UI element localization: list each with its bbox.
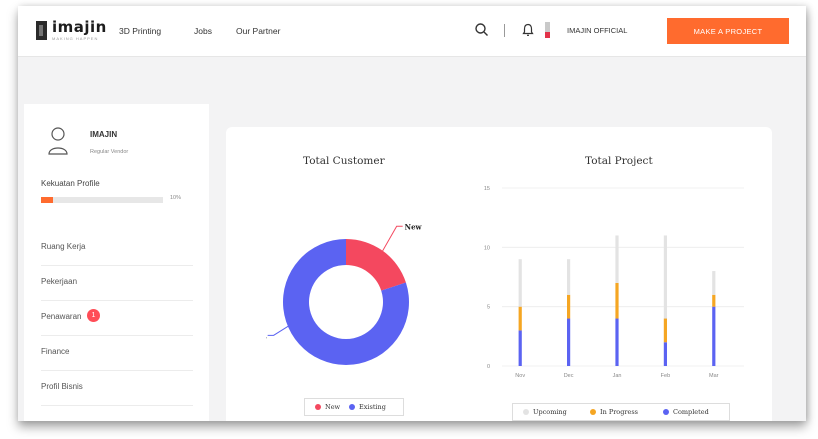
- logo-tagline: MAKING HAPPEN: [52, 36, 99, 41]
- app-window: imajin MAKING HAPPEN 3D Printing Jobs Ou…: [18, 6, 806, 421]
- bar-in-progress-nov: [518, 306, 522, 331]
- make-project-button[interactable]: MAKE A PROJECT: [667, 18, 789, 44]
- x-tick-label: Mar: [709, 373, 719, 379]
- legend-label: Upcoming: [533, 408, 567, 416]
- slice-label-new: New: [405, 222, 423, 231]
- profile-strength-bar: [41, 197, 163, 203]
- header-divider: [504, 24, 505, 37]
- sidebar-item-pekerjaan[interactable]: Pekerjaan: [41, 265, 193, 301]
- legend-swatch: [315, 404, 321, 410]
- y-tick-label: 5: [487, 305, 490, 311]
- nav-jobs[interactable]: Jobs: [194, 26, 212, 36]
- bar-completed-mar: [712, 306, 716, 366]
- legend-item-upcoming[interactable]: Upcoming: [523, 408, 567, 416]
- imajin-logo[interactable]: imajin MAKING HAPPEN: [36, 18, 118, 44]
- user-avatar[interactable]: [544, 21, 552, 41]
- y-tick-label: 15: [484, 186, 490, 192]
- sidebar-item-penawaran[interactable]: Penawaran 1: [41, 300, 193, 336]
- profile-strength-fill: [41, 197, 54, 203]
- bar-completed-nov: [518, 330, 522, 366]
- x-tick-label: Dec: [564, 373, 574, 379]
- bar-upcoming-dec: [567, 259, 571, 295]
- sidebar: IMAJIN Regular Vendor Kekuatan Profile 1…: [24, 104, 209, 421]
- legend-swatch: [590, 409, 596, 415]
- bar-in-progress-mar: [712, 294, 716, 307]
- legend-label: New: [325, 403, 341, 411]
- logo-text: imajin: [52, 18, 107, 36]
- bar-upcoming-feb: [663, 235, 667, 319]
- sidebar-item-label: Profil Bisnis: [41, 382, 83, 391]
- bar-in-progress-dec: [567, 294, 571, 319]
- profile-role: Regular Vendor: [90, 149, 129, 155]
- top-navbar: imajin MAKING HAPPEN 3D Printing Jobs Ou…: [18, 6, 806, 57]
- nav-3d-printing[interactable]: 3D Printing: [119, 26, 161, 36]
- sidebar-item-label: Ruang Kerja: [41, 242, 86, 251]
- legend-item-existing[interactable]: Existing: [349, 403, 386, 411]
- legend-swatch: [349, 404, 355, 410]
- logo-mark-icon: [36, 21, 47, 40]
- profile-strength-percent: 10%: [170, 195, 182, 201]
- y-tick-label: 10: [484, 245, 490, 251]
- sidebar-item-label: Penawaran: [41, 312, 82, 321]
- search-icon[interactable]: [473, 21, 491, 39]
- sidebar-item-label: Finance: [41, 347, 70, 356]
- legend-label: In Progress: [600, 408, 639, 416]
- project-bar-chart: 0 5 10 15 Nov Dec Jan Feb Mar: [484, 186, 744, 379]
- profile-name: IMAJIN: [90, 130, 118, 139]
- legend-item-in-progress[interactable]: In Progress: [590, 408, 638, 416]
- customer-chart-title: Total Customer: [303, 155, 385, 167]
- dashboard-card: Total Customer New Exis... New Existing T…: [226, 127, 772, 421]
- bar-upcoming-nov: [518, 259, 522, 307]
- profile-strength-label: Kekuatan Profile: [41, 179, 100, 188]
- legend-label: Existing: [359, 403, 386, 411]
- profile-user-icon: [46, 124, 70, 160]
- bar-in-progress-jan: [615, 282, 619, 319]
- x-tick-label: Jan: [613, 373, 622, 379]
- legend-item-new[interactable]: New: [315, 403, 340, 411]
- sidebar-item-profil-bisnis[interactable]: Profil Bisnis: [41, 370, 193, 406]
- bar-completed-feb: [663, 342, 667, 366]
- customer-chart-legend: New Existing: [304, 398, 404, 416]
- legend-item-completed[interactable]: Completed: [663, 408, 709, 416]
- sidebar-item-finance[interactable]: Finance: [41, 335, 193, 371]
- sidebar-item-ruang-kerja[interactable]: Ruang Kerja: [41, 230, 193, 266]
- bar-upcoming-jan: [615, 235, 619, 283]
- x-tick-label: Nov: [515, 373, 525, 379]
- bell-icon[interactable]: [519, 21, 537, 39]
- customer-donut-chart: New Exis...: [266, 222, 423, 365]
- bar-in-progress-feb: [663, 318, 667, 343]
- slice-label-existing: Exis...: [266, 331, 267, 340]
- project-chart-legend: Upcoming In Progress Completed: [512, 403, 730, 421]
- sidebar-item-label: Pekerjaan: [41, 277, 78, 286]
- notification-badge: 1: [87, 309, 100, 322]
- legend-swatch: [663, 409, 669, 415]
- y-tick-label: 0: [487, 364, 490, 370]
- user-name[interactable]: IMAJIN OFFICIAL: [567, 26, 627, 35]
- bar-completed-dec: [567, 318, 571, 366]
- leader-line-new: [380, 225, 403, 255]
- nav-our-partner[interactable]: Our Partner: [236, 26, 280, 36]
- project-chart-title: Total Project: [585, 155, 653, 167]
- bar-completed-jan: [615, 318, 619, 366]
- x-tick-label: Feb: [661, 373, 670, 379]
- donut-slice-new: [346, 239, 406, 291]
- leader-line-existing: [267, 324, 290, 336]
- legend-label: Completed: [673, 408, 709, 416]
- bar-upcoming-mar: [712, 271, 716, 295]
- legend-swatch: [523, 409, 529, 415]
